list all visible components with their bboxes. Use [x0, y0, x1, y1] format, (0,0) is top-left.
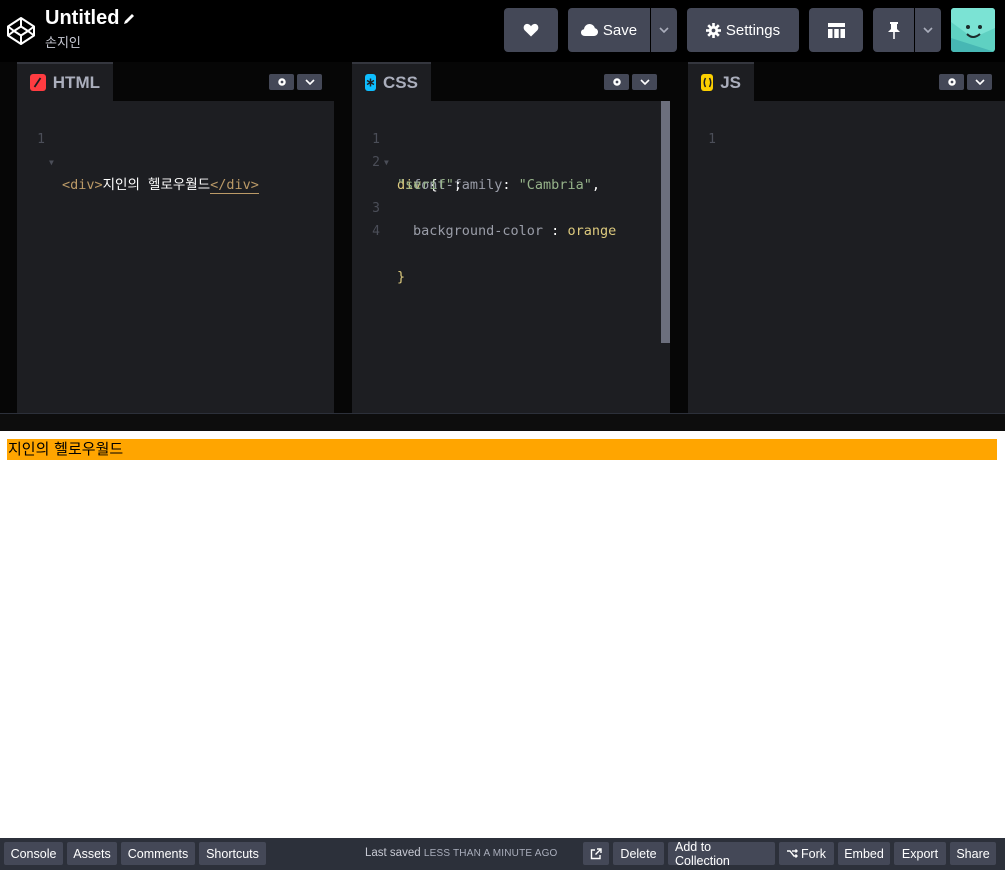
tab-css-label: CSS — [383, 72, 418, 92]
cloud-icon — [580, 24, 598, 36]
preview-div: 지인의 헬로우월드 — [7, 439, 997, 460]
css-scrollbar[interactable] — [661, 101, 670, 343]
code-line-wrapped: "serif"; — [397, 177, 463, 193]
embed-button[interactable]: Embed — [838, 842, 890, 865]
codepen-logo-icon[interactable] — [6, 16, 36, 46]
result-preview[interactable]: 지인의 헬로우월드 — [0, 431, 1005, 838]
last-saved-status: Last saved LESS THAN A MINUTE AGO — [365, 847, 558, 859]
css-editor-pane: CSS 1 ▼ div { 2 font-family: "Cambria", … — [352, 62, 670, 413]
gear-icon — [947, 78, 956, 86]
code-line: 4 } — [372, 224, 406, 285]
html-code-editor[interactable]: 1 ▼ <div>지인의 헬로우월드</div> — [17, 101, 334, 413]
js-code-editor[interactable]: 1 — [688, 101, 1005, 413]
js-editor-pane: JS 1 — [688, 62, 1005, 413]
css-collapse-button[interactable] — [632, 74, 657, 90]
settings-label: Settings — [725, 21, 781, 39]
html-collapse-button[interactable] — [297, 74, 322, 90]
code-line: 3 background-color : orange — [372, 201, 617, 239]
css-code-editor[interactable]: 1 ▼ div { 2 font-family: "Cambria", "ser… — [352, 101, 670, 413]
gear-icon — [612, 78, 621, 86]
code-line: 1 ▼ <div>지인의 헬로우월드</div> — [37, 132, 259, 194]
layout-grid-icon — [827, 22, 845, 38]
chevron-down-icon — [923, 27, 933, 33]
fold-arrow-icon[interactable]: ▼ — [49, 151, 54, 174]
tab-js-label: JS — [720, 72, 741, 92]
js-collapse-button[interactable] — [967, 74, 992, 90]
js-icon — [701, 74, 714, 91]
html-settings-button[interactable] — [269, 74, 294, 90]
save-label: Save — [602, 21, 638, 39]
love-button[interactable] — [504, 8, 558, 52]
user-avatar[interactable] — [951, 8, 995, 52]
tab-js[interactable]: JS — [688, 62, 754, 101]
gear-icon — [277, 78, 286, 86]
save-button[interactable]: Save — [568, 8, 650, 52]
console-button[interactable]: Console — [4, 842, 63, 865]
chevron-down-icon — [304, 79, 315, 85]
heart-icon — [523, 23, 539, 37]
pin-button[interactable] — [873, 8, 914, 52]
pin-options-button[interactable] — [915, 8, 941, 52]
chevron-down-icon — [659, 27, 669, 33]
css-settings-button[interactable] — [604, 74, 629, 90]
editor-resize-handle[interactable] — [0, 413, 1005, 431]
delete-button[interactable]: Delete — [613, 842, 664, 865]
gear-icon — [705, 22, 721, 38]
external-link-icon — [590, 847, 602, 859]
settings-button[interactable]: Settings — [687, 8, 799, 52]
html-icon — [30, 74, 46, 91]
comments-button[interactable]: Comments — [121, 842, 195, 865]
top-bar: Untitled 손지인 Save Settings — [0, 0, 1005, 62]
code-line: 2 font-family: "Cambria", — [372, 155, 600, 193]
change-view-button[interactable] — [809, 8, 863, 52]
tab-html-label: HTML — [52, 72, 100, 92]
fork-button[interactable]: Fork — [779, 842, 834, 865]
export-button[interactable]: Export — [894, 842, 946, 865]
html-editor-pane: HTML 1 ▼ <div>지인의 헬로우월드</div> — [17, 62, 334, 413]
shortcuts-button[interactable]: Shortcuts — [199, 842, 266, 865]
open-external-button[interactable] — [583, 842, 609, 865]
code-line: 1 ▼ div { — [372, 132, 438, 193]
css-icon — [365, 74, 377, 91]
code-line: 1 — [708, 132, 716, 147]
chevron-down-icon — [639, 79, 650, 85]
assets-button[interactable]: Assets — [67, 842, 117, 865]
pencil-icon[interactable] — [122, 12, 136, 26]
tab-html[interactable]: HTML — [17, 62, 113, 101]
editor-area: HTML 1 ▼ <div>지인의 헬로우월드</div> CSS 1 ▼ di… — [0, 62, 1005, 413]
pin-icon — [887, 21, 900, 39]
share-button[interactable]: Share — [950, 842, 996, 865]
fork-icon — [787, 849, 798, 858]
tab-css[interactable]: CSS — [352, 62, 431, 101]
js-settings-button[interactable] — [939, 74, 964, 90]
owner-name[interactable]: 손지인 — [45, 32, 81, 51]
bottom-bar: Console Assets Comments Shortcuts Last s… — [0, 838, 1005, 870]
add-to-collection-button[interactable]: Add to Collection — [668, 840, 775, 868]
pen-title[interactable]: Untitled — [45, 7, 119, 30]
chevron-down-icon — [974, 79, 985, 85]
save-options-button[interactable] — [651, 8, 677, 52]
